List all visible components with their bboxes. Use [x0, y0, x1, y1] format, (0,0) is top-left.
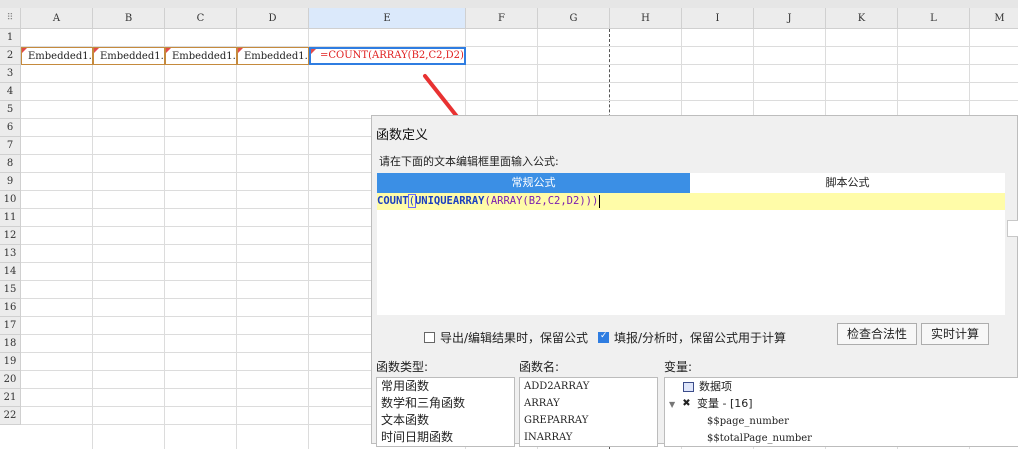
- category-label: 函数类型:: [376, 360, 429, 374]
- category-item[interactable]: 数学和三角函数: [377, 395, 514, 412]
- expand-arrow-icon: ▼: [669, 400, 676, 409]
- tree-node-variables[interactable]: ▼ ✖ 变量 - [16]: [665, 395, 1018, 412]
- table-icon: [683, 382, 694, 392]
- category-item[interactable]: 文本函数: [377, 412, 514, 429]
- formula-token-uniquearray: UNIQUEARRAY: [414, 195, 485, 207]
- export-keep-checkbox[interactable]: [424, 332, 435, 343]
- tree-node-total-page-number[interactable]: $$totalPage_number: [665, 429, 1018, 446]
- option-export-keep-formula[interactable]: 导出/编辑结果时，保留公式: [424, 329, 588, 346]
- tab-script-formula[interactable]: 脚本公式: [690, 173, 1005, 193]
- tree-node-data-items[interactable]: 数据项: [665, 378, 1018, 395]
- formula-tabs: 常规公式 脚本公式: [377, 173, 1005, 193]
- category-list[interactable]: 常用函数 数学和三角函数 文本函数 时间日期函数: [376, 377, 515, 447]
- function-list[interactable]: ADD2ARRAY ARRAY GREPARRAY INARRAY: [519, 377, 658, 447]
- variable-icon: ✖: [682, 398, 691, 409]
- scrollbar-thumb[interactable]: [1007, 220, 1018, 237]
- tree-label-data-items: 数据项: [699, 380, 732, 393]
- formula-editor[interactable]: COUNT(UNIQUEARRAY(ARRAY(B2,C2,D2))): [377, 193, 1018, 315]
- function-definition-dialog[interactable]: 函数定义 请在下面的文本编辑框里面输入公式: 常规公式 脚本公式 COUNT(U…: [371, 115, 1018, 447]
- tree-label-total-page-number: $$totalPage_number: [707, 433, 812, 444]
- text-caret: [599, 194, 601, 208]
- check-validity-button[interactable]: 检查合法性: [837, 323, 918, 345]
- formula-token-close-parens: ))): [579, 195, 599, 207]
- option-fill-keep-formula[interactable]: 填报/分析时，保留公式用于计算: [598, 329, 786, 346]
- formula-token-count: COUNT: [377, 195, 409, 207]
- function-item[interactable]: ARRAY: [520, 395, 657, 412]
- tree-label-variables: 变量 - [16]: [697, 397, 753, 410]
- function-item[interactable]: GREPARRAY: [520, 412, 657, 429]
- function-item[interactable]: ADD2ARRAY: [520, 378, 657, 395]
- tab-normal-formula[interactable]: 常规公式: [377, 173, 690, 193]
- formula-token-args: B2,C2,D2: [528, 195, 580, 207]
- category-item[interactable]: 常用函数: [377, 378, 514, 395]
- function-item[interactable]: INARRAY: [520, 429, 657, 446]
- formula-line[interactable]: COUNT(UNIQUEARRAY(ARRAY(B2,C2,D2))): [377, 193, 1005, 210]
- dialog-prompt: 请在下面的文本编辑框里面输入公式:: [379, 155, 559, 168]
- function-name-label: 函数名:: [519, 360, 560, 374]
- fill-keep-label: 填报/分析时，保留公式用于计算: [614, 331, 787, 345]
- variable-tree[interactable]: 数据项 ▼ ✖ 变量 - [16] $$page_number $$totalPag…: [664, 377, 1018, 447]
- tree-label-page-number: $$page_number: [707, 416, 789, 427]
- realtime-calc-button[interactable]: 实时计算: [921, 323, 990, 345]
- formula-token-array: ARRAY: [490, 195, 523, 207]
- export-keep-label: 导出/编辑结果时，保留公式: [440, 331, 589, 345]
- category-item[interactable]: 时间日期函数: [377, 429, 514, 446]
- variable-label: 变量:: [664, 360, 693, 374]
- fill-keep-checkbox[interactable]: [598, 331, 609, 343]
- tree-node-page-number[interactable]: $$page_number: [665, 412, 1018, 429]
- dialog-title: 函数定义: [376, 128, 429, 143]
